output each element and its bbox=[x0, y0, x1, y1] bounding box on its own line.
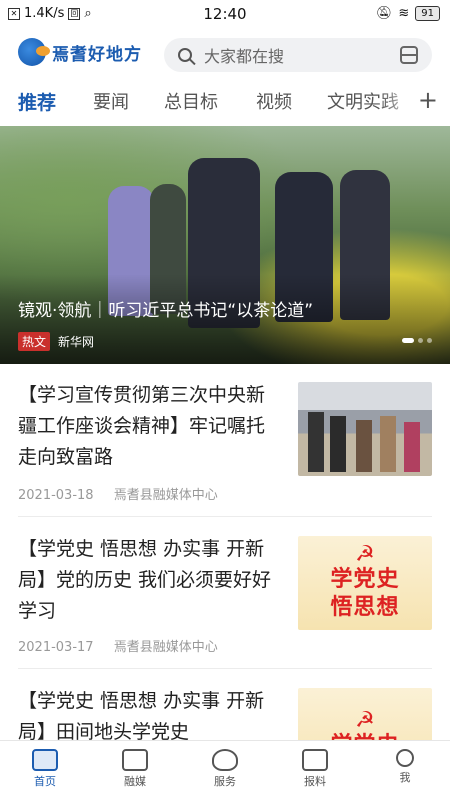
nav-label: 我 bbox=[399, 771, 411, 784]
article-thumbnail: ☭ 学党史 悟思想 bbox=[298, 536, 432, 630]
thumbnail-text: 悟思想 bbox=[330, 595, 400, 620]
list-item[interactable]: 【学习宣传贯彻第三次中央新疆工作座谈会精神】牢记嘱托 走向致富路 2021-03… bbox=[0, 376, 450, 516]
carousel-dot bbox=[402, 338, 414, 343]
status-bar: ✕ 1.4K/s 回 ⌕ 12:40 🔕︎ ≋ 91 bbox=[0, 0, 450, 28]
party-emblem-icon: ☭ bbox=[355, 542, 375, 567]
hot-badge: 热文 bbox=[18, 332, 51, 351]
article-meta: 2021-03-17 焉耆县融媒体中心 bbox=[18, 636, 218, 655]
media-icon bbox=[122, 749, 148, 771]
tab-recommended[interactable]: 推荐 bbox=[18, 88, 56, 115]
add-tab-icon[interactable]: + bbox=[418, 88, 438, 112]
thumbnail-text: 学党史 bbox=[330, 732, 399, 740]
mute-icon: 🔕︎ bbox=[375, 6, 393, 21]
app-logo[interactable]: 焉耆好地方 bbox=[18, 38, 142, 66]
nav-label: 服务 bbox=[214, 775, 236, 788]
nav-media[interactable]: 融媒 bbox=[105, 747, 165, 789]
article-date: 2021-03-17 bbox=[18, 640, 94, 655]
carousel-dot bbox=[418, 338, 423, 343]
person-icon bbox=[396, 749, 414, 767]
article-title: 【学党史 悟思想 办实事 开新局】田间地头学党史 bbox=[18, 690, 265, 740]
nav-me[interactable]: 我 bbox=[375, 747, 435, 785]
search-bar[interactable]: 大家都在搜 bbox=[164, 38, 432, 72]
tab-goals[interactable]: 总目标 bbox=[164, 88, 218, 114]
party-emblem-icon: ☭ bbox=[355, 708, 375, 733]
list-item[interactable]: 【学党史 悟思想 办实事 开新局】党的历史 我们必须要好好学习 2021-03-… bbox=[0, 528, 450, 668]
logo-icon bbox=[18, 38, 50, 66]
divider bbox=[18, 516, 432, 517]
divider bbox=[18, 668, 432, 669]
article-title: 【学党史 悟思想 办实事 开新局】党的历史 我们必须要好好学习 bbox=[18, 538, 272, 622]
app-header: 焉耆好地方 大家都在搜 bbox=[0, 30, 450, 78]
nav-service[interactable]: 服务 bbox=[195, 747, 255, 789]
battery-indicator: 91 bbox=[415, 6, 440, 21]
wifi-icon: ≋ bbox=[398, 6, 410, 21]
article-thumbnail: ☭ 学党史 bbox=[298, 688, 432, 740]
logo-text: 焉耆好地方 bbox=[52, 44, 142, 65]
tab-news[interactable]: 要闻 bbox=[93, 88, 129, 114]
carousel-dot bbox=[427, 338, 432, 343]
search-icon bbox=[178, 48, 192, 62]
hero-title[interactable]: 镜观·领航｜听习近平总书记“以茶论道” bbox=[18, 296, 313, 321]
tab-video[interactable]: 视频 bbox=[256, 88, 292, 114]
nav-label: 报料 bbox=[304, 775, 326, 788]
list-item[interactable]: 【学党史 悟思想 办实事 开新局】田间地头学党史 ☭ 学党史 bbox=[0, 680, 450, 740]
hero-source: 新华网 bbox=[58, 335, 95, 349]
article-source: 焉耆县融媒体中心 bbox=[113, 488, 218, 503]
article-date: 2021-03-18 bbox=[18, 488, 94, 503]
article-title: 【学习宣传贯彻第三次中央新疆工作座谈会精神】牢记嘱托 走向致富路 bbox=[18, 384, 266, 468]
article-source: 焉耆县融媒体中心 bbox=[113, 640, 218, 655]
report-icon bbox=[302, 749, 328, 771]
nav-label: 融媒 bbox=[124, 775, 146, 788]
bottom-nav: 首页 融媒 服务 报料 我 bbox=[0, 740, 450, 801]
carousel-dots bbox=[402, 338, 432, 343]
hero-meta: 热文 新华网 bbox=[18, 332, 94, 351]
heart-icon bbox=[212, 749, 238, 771]
hero-banner[interactable] bbox=[0, 126, 450, 364]
nav-report[interactable]: 报料 bbox=[285, 747, 345, 789]
newspaper-icon bbox=[32, 749, 58, 771]
nav-home[interactable]: 首页 bbox=[15, 747, 75, 789]
article-thumbnail bbox=[298, 382, 432, 476]
thumbnail-text: 学党史 bbox=[330, 567, 400, 592]
article-meta: 2021-03-18 焉耆县融媒体中心 bbox=[18, 484, 218, 503]
scan-icon[interactable] bbox=[400, 46, 418, 64]
tab-fade bbox=[380, 80, 420, 124]
nav-label: 首页 bbox=[34, 775, 56, 788]
search-placeholder: 大家都在搜 bbox=[204, 47, 285, 66]
